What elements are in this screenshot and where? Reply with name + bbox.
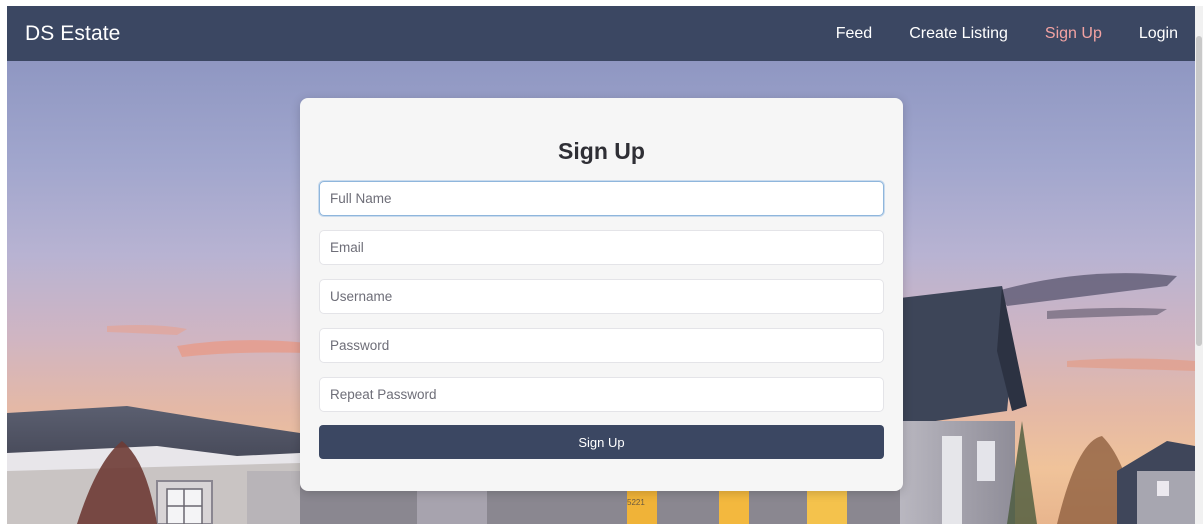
scrollbar[interactable] xyxy=(1195,6,1203,524)
repeat-password-field[interactable] xyxy=(319,377,884,412)
navbar: DS Estate Feed Create Listing Sign Up Lo… xyxy=(7,6,1195,61)
username-field[interactable] xyxy=(319,279,884,314)
nav-links: Feed Create Listing Sign Up Login xyxy=(799,25,1178,43)
scrollbar-thumb[interactable] xyxy=(1196,36,1202,346)
house-number: 5221 xyxy=(627,498,645,507)
signup-card: Sign Up Sign Up xyxy=(300,98,903,491)
nav-link-feed[interactable]: Feed xyxy=(836,25,872,43)
password-field[interactable] xyxy=(319,328,884,363)
nav-link-create-listing[interactable]: Create Listing xyxy=(909,25,1008,43)
brand-logo[interactable]: DS Estate xyxy=(25,22,120,46)
email-field[interactable] xyxy=(319,230,884,265)
page-frame: DS Estate Feed Create Listing Sign Up Lo… xyxy=(7,6,1195,524)
full-name-field[interactable] xyxy=(319,181,884,216)
signup-title: Sign Up xyxy=(558,138,645,164)
signup-submit-button[interactable]: Sign Up xyxy=(319,425,884,459)
nav-link-login[interactable]: Login xyxy=(1139,25,1178,43)
nav-link-sign-up[interactable]: Sign Up xyxy=(1045,25,1102,43)
